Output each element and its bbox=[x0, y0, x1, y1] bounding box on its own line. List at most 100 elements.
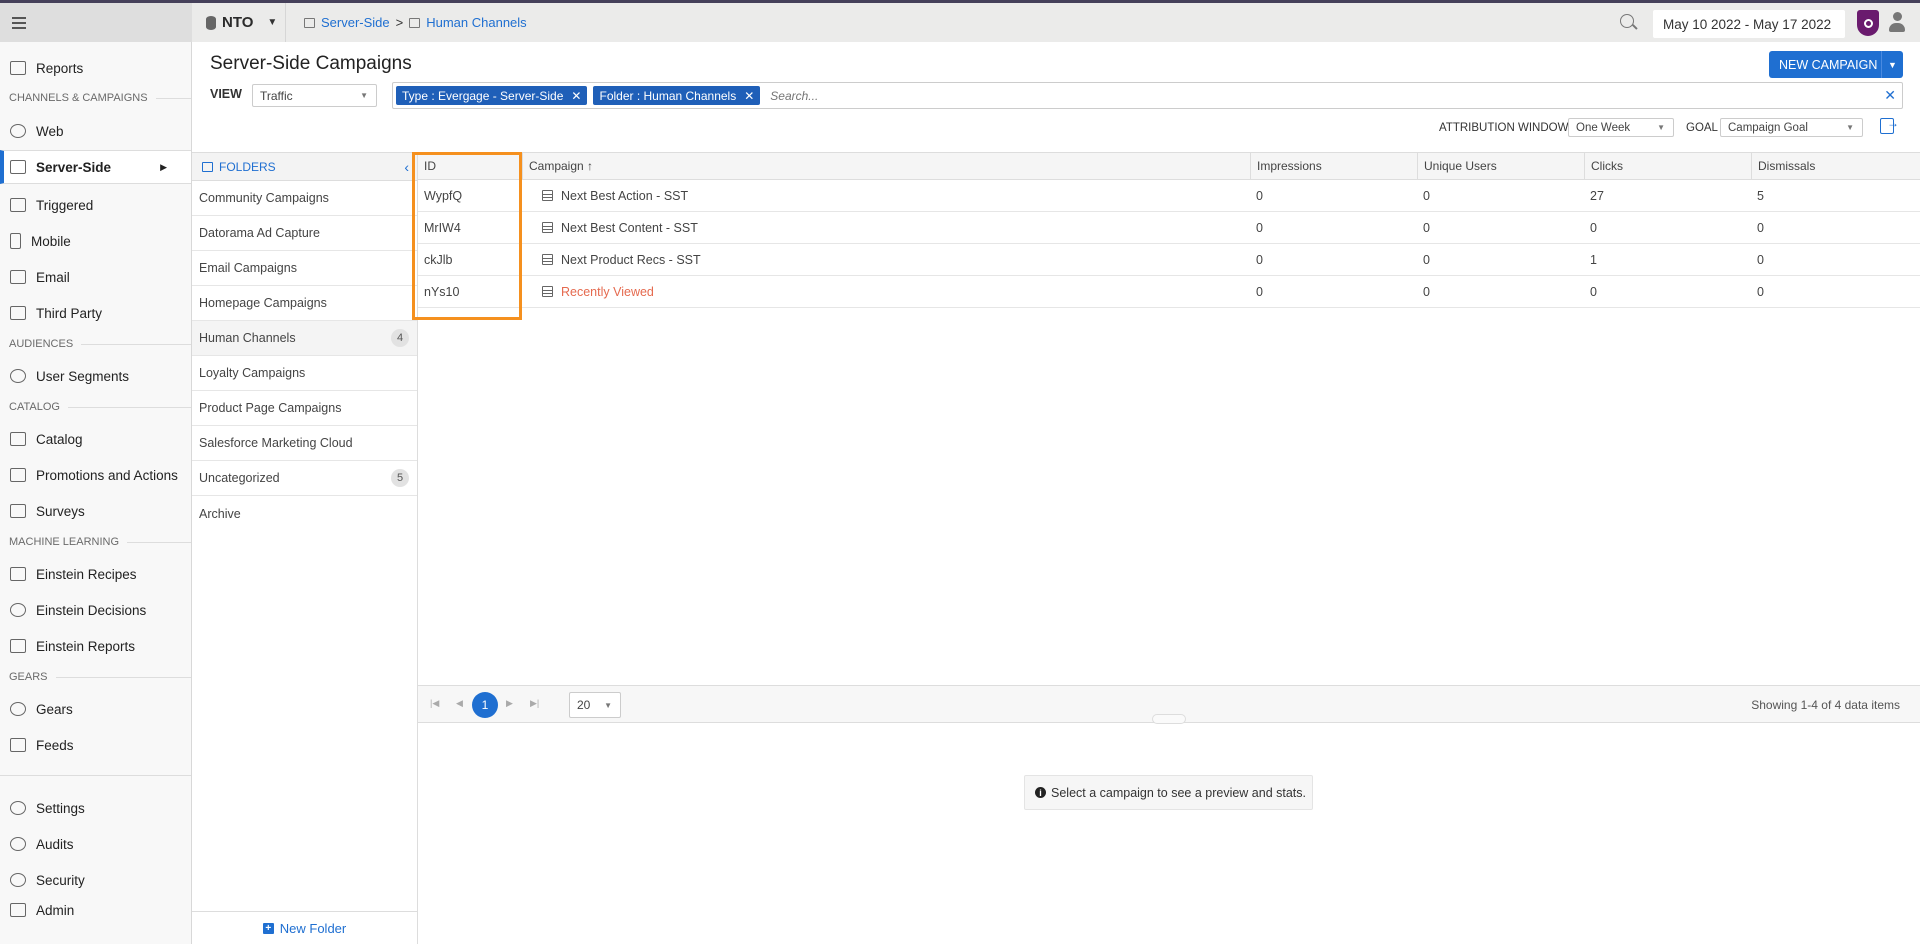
breadcrumb-human-channels[interactable]: Human Channels bbox=[426, 15, 526, 30]
sidebar-item-promotions[interactable]: Promotions and Actions bbox=[0, 458, 191, 492]
section-catalog: CATALOG bbox=[9, 401, 191, 413]
sidebar-item-web[interactable]: Web bbox=[0, 114, 191, 148]
new-campaign-button[interactable]: NEW CAMPAIGN ▼ bbox=[1769, 51, 1903, 78]
table-row[interactable]: nYs10 Recently Viewed 0 0 0 0 bbox=[418, 276, 1920, 308]
filter-search-input[interactable] bbox=[770, 88, 1902, 103]
folder-item[interactable]: Archive bbox=[192, 496, 417, 531]
user-avatar-icon[interactable] bbox=[1889, 12, 1905, 34]
campaign-name[interactable]: Next Best Action - SST bbox=[561, 189, 688, 203]
new-campaign-dropdown-icon[interactable]: ▼ bbox=[1881, 51, 1903, 78]
preview-message: Select a campaign to see a preview and s… bbox=[1051, 785, 1307, 800]
date-range-picker[interactable]: May 10 2022 - May 17 2022 bbox=[1653, 10, 1845, 38]
column-header-id[interactable]: ID bbox=[418, 153, 522, 179]
sidebar: Reports CHANNELS & CAMPAIGNS Web Server-… bbox=[0, 42, 192, 944]
resize-handle[interactable] bbox=[1152, 714, 1186, 724]
cubes-icon bbox=[10, 306, 26, 320]
sidebar-item-surveys[interactable]: Surveys bbox=[0, 494, 191, 528]
gear-icon bbox=[10, 801, 26, 815]
collapse-folders-icon[interactable]: ‹ bbox=[404, 159, 409, 175]
table-row[interactable]: ckJlb Next Product Recs - SST 0 0 1 0 bbox=[418, 244, 1920, 276]
sidebar-item-einstein-recipes[interactable]: Einstein Recipes bbox=[0, 557, 191, 591]
filter-chip-type[interactable]: Type : Evergage - Server-Side ✕ bbox=[396, 86, 588, 105]
column-header-campaign[interactable]: Campaign ↑ bbox=[522, 153, 1246, 179]
folder-item[interactable]: Product Page Campaigns bbox=[192, 391, 417, 426]
clipboard-icon bbox=[10, 504, 26, 518]
campaign-name[interactable]: Next Best Content - SST bbox=[561, 221, 698, 235]
sidebar-item-label: Surveys bbox=[36, 503, 85, 519]
sidebar-item-security[interactable]: Security bbox=[0, 863, 191, 897]
sidebar-item-audits[interactable]: Audits bbox=[0, 827, 191, 861]
sidebar-item-catalog[interactable]: Catalog bbox=[0, 422, 191, 456]
table-header: ID Campaign ↑ Impressions Unique Users C… bbox=[418, 152, 1920, 180]
view-select[interactable]: Traffic ▼ bbox=[252, 84, 377, 107]
sidebar-item-triggered[interactable]: Triggered bbox=[0, 188, 191, 222]
server-icon bbox=[304, 17, 315, 28]
cell-campaign[interactable]: Next Best Content - SST bbox=[522, 212, 1246, 243]
sidebar-item-feeds[interactable]: Feeds bbox=[0, 728, 191, 762]
export-icon[interactable] bbox=[1880, 116, 1899, 134]
sidebar-item-user-segments[interactable]: User Segments bbox=[0, 359, 191, 393]
table-row[interactable]: MrIW4 Next Best Content - SST 0 0 0 0 bbox=[418, 212, 1920, 244]
cell-campaign[interactable]: Next Product Recs - SST bbox=[522, 244, 1246, 275]
sidebar-item-email[interactable]: Email bbox=[0, 260, 191, 294]
view-select-value: Traffic bbox=[260, 88, 293, 103]
filter-chip-label: Folder : Human Channels bbox=[599, 88, 737, 103]
folder-item[interactable]: Homepage Campaigns bbox=[192, 286, 417, 321]
folder-item[interactable]: Community Campaigns bbox=[192, 181, 417, 216]
folder-name: Archive bbox=[199, 506, 241, 521]
breadcrumb-server-side[interactable]: Server-Side bbox=[321, 15, 390, 30]
campaign-name[interactable]: Next Product Recs - SST bbox=[561, 253, 701, 267]
folder-item[interactable]: Salesforce Marketing Cloud bbox=[192, 426, 417, 461]
cell-campaign[interactable]: Next Best Action - SST bbox=[522, 180, 1246, 211]
clear-filters-icon[interactable]: ✕ bbox=[1884, 87, 1896, 104]
sidebar-item-admin[interactable]: Admin bbox=[0, 899, 191, 919]
column-header-impressions[interactable]: Impressions bbox=[1250, 153, 1417, 179]
column-header-dismissals[interactable]: Dismissals bbox=[1751, 153, 1920, 179]
page-button-current[interactable]: 1 bbox=[472, 692, 498, 718]
cell-campaign[interactable]: Recently Viewed bbox=[522, 276, 1246, 307]
new-folder-button[interactable]: + New Folder bbox=[192, 911, 417, 944]
sidebar-item-settings[interactable]: Settings bbox=[0, 791, 191, 825]
shield-icon[interactable] bbox=[1857, 10, 1879, 36]
sidebar-item-gears[interactable]: Gears bbox=[0, 692, 191, 726]
menu-toggle-button[interactable] bbox=[0, 3, 192, 42]
column-header-unique-users[interactable]: Unique Users bbox=[1417, 153, 1584, 179]
prev-page-icon[interactable]: ◀ bbox=[456, 698, 463, 709]
folder-item[interactable]: Uncategorized 5 bbox=[192, 461, 417, 496]
first-page-icon[interactable]: |◀ bbox=[430, 698, 439, 709]
cell-unique-users: 0 bbox=[1423, 284, 1430, 299]
filter-chip-folder[interactable]: Folder : Human Channels ✕ bbox=[593, 86, 761, 105]
folder-item[interactable]: Datorama Ad Capture bbox=[192, 216, 417, 251]
column-header-clicks[interactable]: Clicks bbox=[1584, 153, 1751, 179]
account-switcher[interactable]: NTO ▼ bbox=[192, 3, 286, 42]
next-page-icon[interactable]: ▶ bbox=[506, 698, 513, 709]
sidebar-item-reports[interactable]: Reports bbox=[0, 51, 191, 85]
images-icon bbox=[10, 468, 26, 482]
table-row[interactable]: WypfQ Next Best Action - SST 0 0 27 5 bbox=[418, 180, 1920, 212]
page-size-select[interactable]: 20 ▼ bbox=[569, 692, 621, 718]
sidebar-item-server-side[interactable]: Server-Side ▶ bbox=[0, 150, 191, 184]
breadcrumb-separator: > bbox=[395, 15, 404, 30]
folder-item[interactable]: Loyalty Campaigns bbox=[192, 356, 417, 391]
sidebar-item-einstein-decisions[interactable]: Einstein Decisions bbox=[0, 593, 191, 627]
last-page-icon[interactable]: ▶| bbox=[530, 698, 539, 709]
chevron-down-icon: ▼ bbox=[604, 700, 612, 710]
sidebar-item-third-party[interactable]: Third Party bbox=[0, 296, 191, 330]
goal-select[interactable]: Campaign Goal ▼ bbox=[1720, 118, 1863, 137]
remove-filter-icon[interactable]: ✕ bbox=[744, 89, 754, 103]
campaign-name[interactable]: Recently Viewed bbox=[561, 285, 654, 299]
campaign-type-icon bbox=[542, 254, 553, 265]
attribution-window-select[interactable]: One Week ▼ bbox=[1568, 118, 1674, 137]
folder-item-selected[interactable]: Human Channels 4 bbox=[192, 321, 417, 356]
search-icon[interactable] bbox=[1620, 14, 1634, 28]
cell-impressions: 0 bbox=[1256, 220, 1263, 235]
sidebar-item-label: Reports bbox=[36, 60, 84, 76]
remove-filter-icon[interactable]: ✕ bbox=[571, 89, 581, 103]
folder-item[interactable]: Email Campaigns bbox=[192, 251, 417, 286]
cell-id: ckJlb bbox=[424, 252, 453, 267]
sidebar-item-label: Server-Side bbox=[36, 159, 112, 175]
hamburger-icon bbox=[12, 21, 26, 24]
sidebar-item-mobile[interactable]: Mobile bbox=[0, 224, 191, 258]
chevron-down-icon: ▼ bbox=[360, 91, 368, 100]
sidebar-item-einstein-reports[interactable]: Einstein Reports bbox=[0, 629, 191, 663]
